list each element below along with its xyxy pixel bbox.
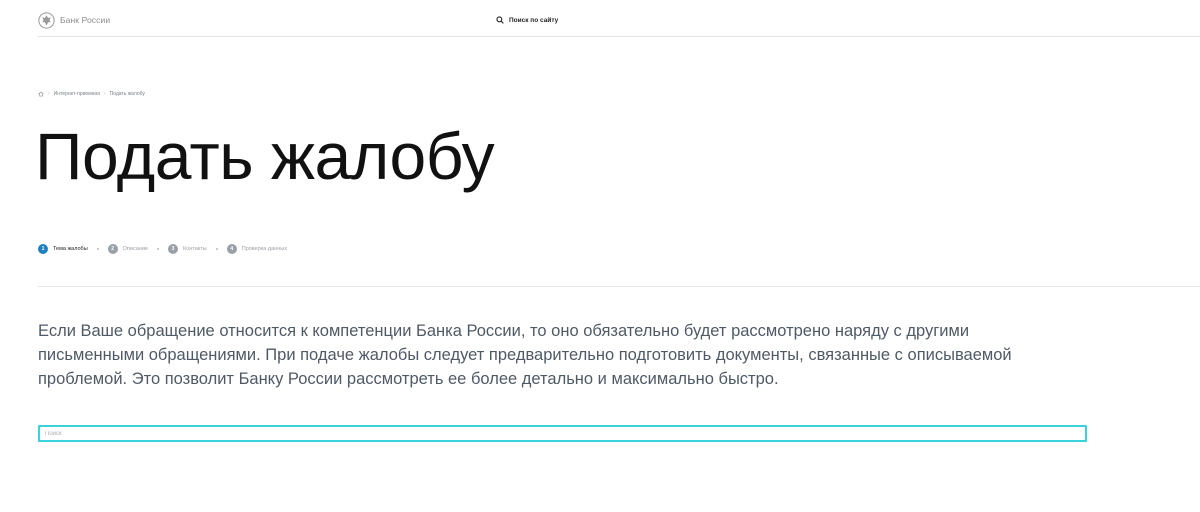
step-topic[interactable]: 1 Тема жалобы: [38, 244, 88, 254]
step-contacts[interactable]: 3 Контакты: [167, 244, 207, 254]
search-icon: [496, 16, 504, 24]
intro-paragraph: Если Ваше обращение относится к компетен…: [38, 322, 1012, 388]
page-title: Подать жалобу: [35, 119, 495, 193]
step-number: 4: [226, 244, 237, 254]
step-review[interactable]: 4 Проверка данных: [226, 244, 287, 254]
breadcrumb-item-complaint[interactable]: Подать жалобу: [110, 91, 145, 97]
bank-of-russia-emblem-icon: [38, 11, 55, 29]
topic-search-input[interactable]: [38, 425, 1087, 442]
step-number: 1: [38, 244, 48, 254]
breadcrumb-item-reception[interactable]: Интернет-приемная: [54, 91, 100, 97]
form-steps: 1 Тема жалобы 2 Описание 3 Контакты 4 Пр…: [38, 243, 287, 255]
site-search-button[interactable]: Поиск по сайту: [496, 14, 558, 26]
site-logo[interactable]: Банк России: [38, 11, 110, 29]
section-divider: [38, 286, 1200, 287]
step-number: 3: [167, 244, 178, 254]
step-separator: [96, 248, 99, 250]
breadcrumb-separator: ›: [103, 91, 106, 97]
home-icon[interactable]: [38, 91, 44, 97]
logo-text: Банк России: [60, 15, 111, 25]
step-label: Описание: [122, 246, 148, 252]
step-label: Контакты: [182, 246, 207, 252]
step-label: Тема жалобы: [53, 246, 88, 252]
step-description[interactable]: 2 Описание: [107, 244, 148, 254]
breadcrumb-separator: ›: [48, 91, 50, 97]
step-separator: [156, 248, 159, 250]
step-number: 2: [107, 244, 118, 254]
step-separator: [215, 248, 218, 250]
site-header: Банк России Поиск по сайту: [38, 0, 1200, 37]
step-label: Проверка данных: [241, 246, 287, 252]
breadcrumb: › Интернет-приемная › Подать жалобу: [38, 90, 145, 98]
site-search-label: Поиск по сайту: [509, 16, 559, 24]
